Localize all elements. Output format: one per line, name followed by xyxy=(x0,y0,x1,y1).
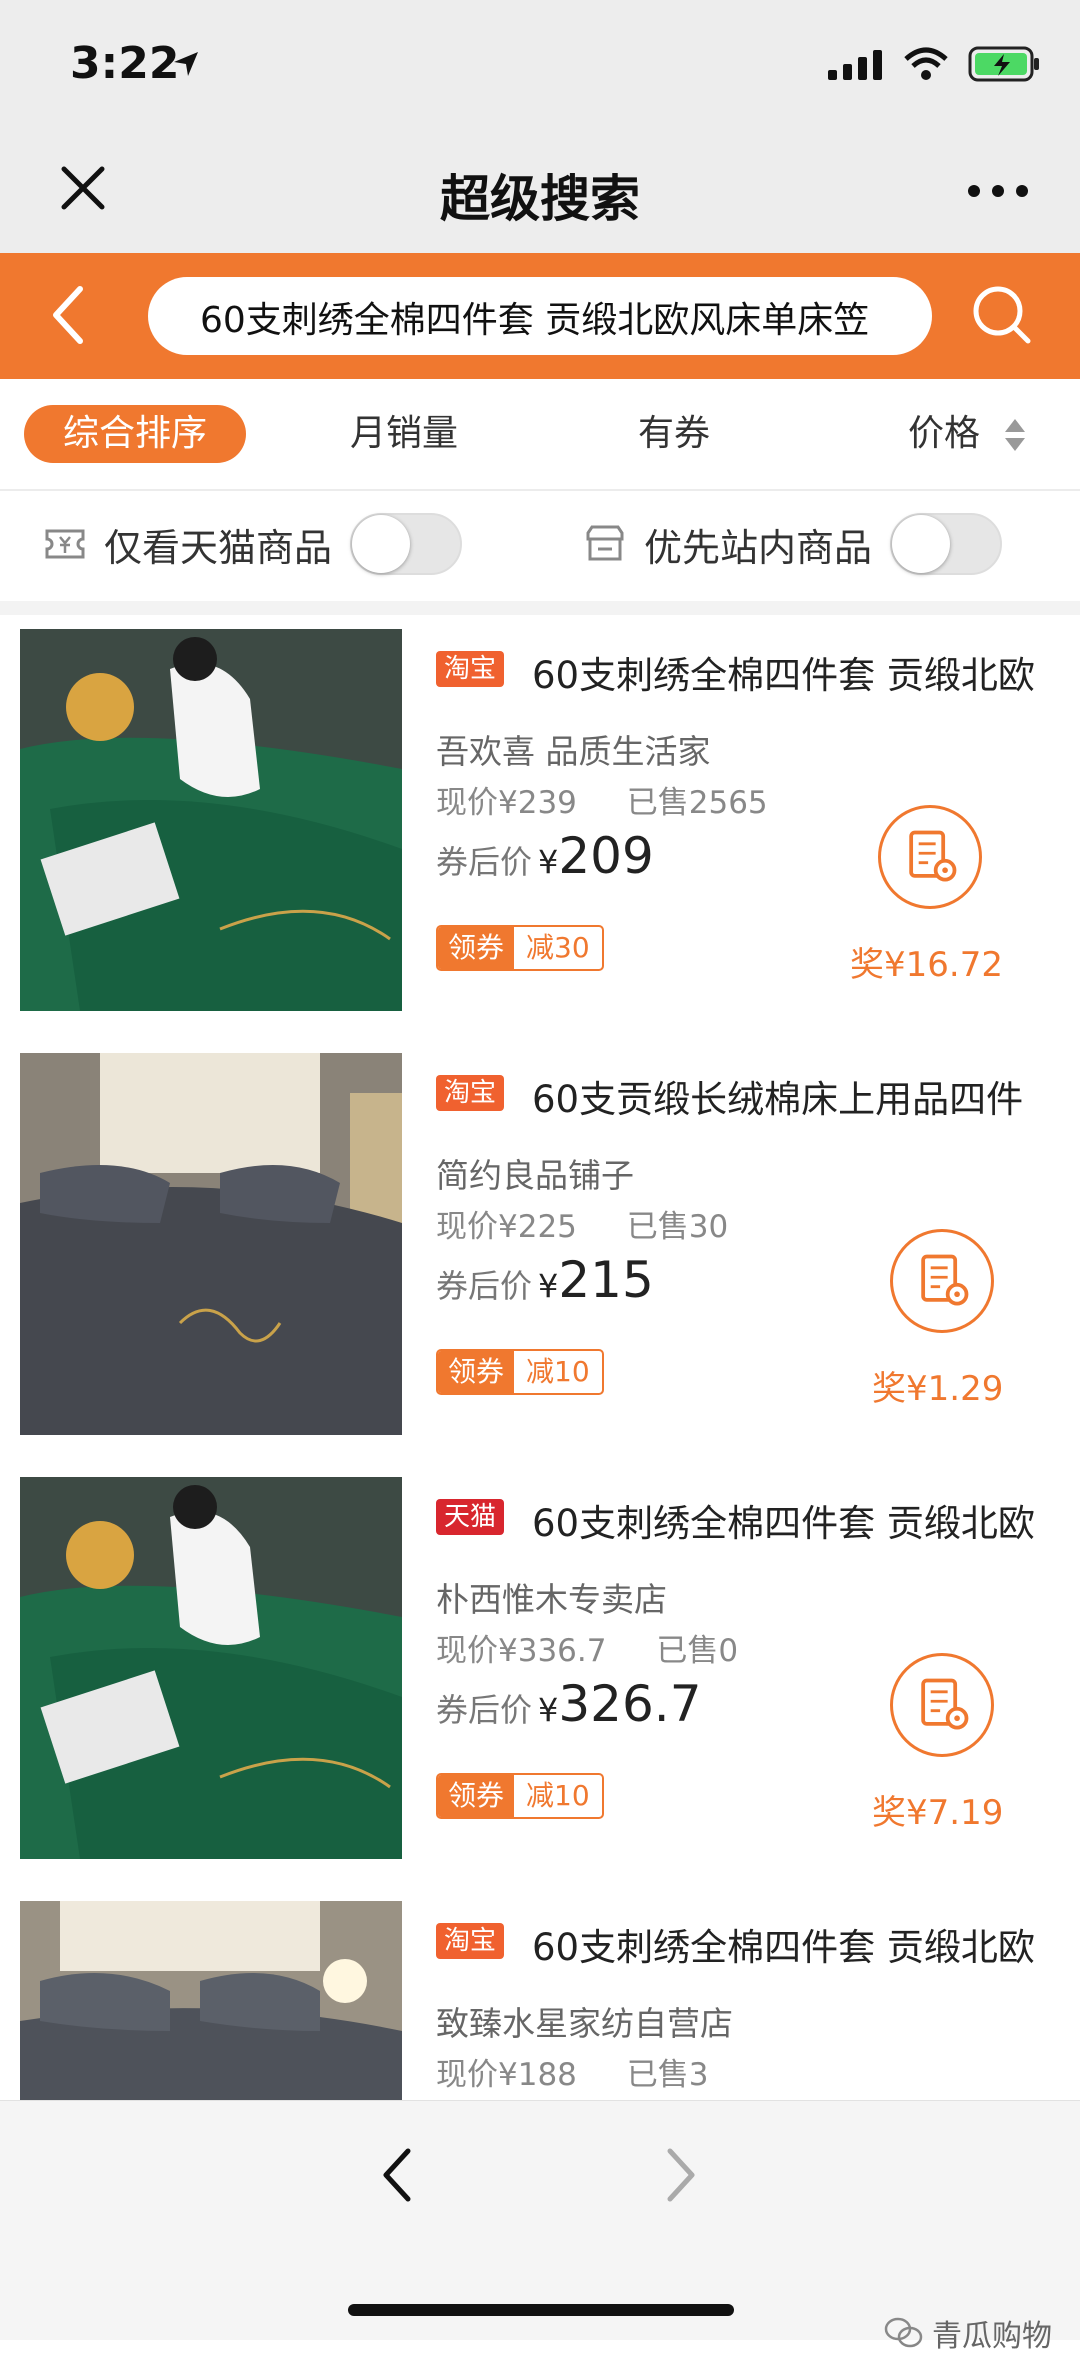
tmall-only-toggle[interactable] xyxy=(350,513,463,575)
platform-badge: 淘宝 xyxy=(436,1075,505,1111)
page-title: 超级搜索 xyxy=(440,170,640,228)
after-coupon-label: 券后价 xyxy=(436,843,533,881)
coupon-button[interactable]: 领券 减30 xyxy=(436,925,604,971)
sold-count: 已售3 xyxy=(626,2057,709,2093)
shop-name: 朴西惟木专卖店 xyxy=(436,1580,667,1619)
search-input[interactable]: 60支刺绣全棉四件套 贡缎北欧风床单床笠 xyxy=(148,277,932,355)
coupon-discount: 减10 xyxy=(526,1355,590,1388)
coupon-get-label: 领券 xyxy=(438,1775,515,1817)
sold-count: 已售0 xyxy=(656,1633,739,1669)
product-title: 60支贡缎长绒棉床上用品四件 xyxy=(532,1078,1024,1121)
platform-badge: 天猫 xyxy=(436,1499,505,1535)
browser-back-icon[interactable] xyxy=(378,2145,418,2205)
coupon-discount: 减10 xyxy=(526,1779,590,1812)
sort-price-label: 价格 xyxy=(908,413,981,454)
status-bar: 3:22 xyxy=(0,0,1080,135)
rebate-amount: 奖¥1.29 xyxy=(872,1369,1004,1409)
filter-bar: 仅看天猫商品 优先站内商品 xyxy=(0,491,1080,601)
after-coupon-price: 券后价 ¥215 xyxy=(436,1251,654,1309)
location-arrow-icon xyxy=(174,52,198,76)
watermark: 青瓜购物 xyxy=(884,2311,1052,2355)
battery-icon xyxy=(968,46,1039,82)
store-icon xyxy=(586,525,624,561)
browser-forward-icon[interactable] xyxy=(660,2145,700,2205)
rebate-doc-icon[interactable] xyxy=(878,805,982,909)
watermark-text: 青瓜购物 xyxy=(932,2319,1052,2354)
after-coupon-label: 券后价 xyxy=(436,1267,533,1305)
coupon-button[interactable]: 领券 减10 xyxy=(436,1773,604,1819)
home-indicator[interactable] xyxy=(348,2304,734,2316)
product-image[interactable] xyxy=(20,1053,402,1435)
section-divider xyxy=(0,601,1080,615)
platform-badge: 淘宝 xyxy=(436,1923,505,1959)
after-coupon-value: 326.7 xyxy=(558,1675,702,1733)
current-price: 现价¥239 xyxy=(436,785,577,821)
wechat-icon xyxy=(884,2317,923,2348)
search-query: 60支刺绣全棉四件套 贡缎北欧风床单床笠 xyxy=(200,300,870,341)
price-row: 现价¥225 已售30 xyxy=(436,1201,728,1246)
product-title: 60支刺绣全棉四件套 贡缎北欧 xyxy=(532,654,1035,697)
price-row: 现价¥336.7 已售0 xyxy=(436,1625,738,1670)
product-card[interactable]: 淘宝 60支刺绣全棉四件套 贡缎北欧 吾欢喜 品质生活家 现价¥239 已售25… xyxy=(0,615,1080,1041)
price-row: 现价¥239 已售2565 xyxy=(436,777,768,822)
status-time: 3:22 xyxy=(70,38,180,89)
wifi-icon xyxy=(904,47,948,80)
search-icon[interactable] xyxy=(970,283,1034,347)
product-card[interactable]: 淘宝 60支刺绣全棉四件套 贡缎北欧 致臻水星家纺自营店 现价¥188 已售3 xyxy=(0,1887,1080,2100)
product-title: 60支刺绣全棉四件套 贡缎北欧 xyxy=(532,1926,1035,1969)
coupon-get-label: 领券 xyxy=(438,927,515,969)
product-card[interactable]: 淘宝 60支贡缎长绒棉床上用品四件 简约良品铺子 现价¥225 已售30 券后价… xyxy=(0,1039,1080,1465)
yen-symbol: ¥ xyxy=(538,843,559,881)
coupon-icon xyxy=(45,529,85,559)
sold-count: 已售2565 xyxy=(626,785,768,821)
filter-in-site-first: 优先站内商品 xyxy=(584,513,1003,575)
rebate-amount: 奖¥7.19 xyxy=(872,1793,1004,1833)
product-card[interactable]: 天猫 60支刺绣全棉四件套 贡缎北欧 朴西惟木专卖店 现价¥336.7 已售0 … xyxy=(0,1463,1080,1889)
filter-tmall-only: 仅看天猫商品 xyxy=(44,513,463,575)
sort-bar: 综合排序 月销量 有券 价格 xyxy=(0,379,1080,491)
rebate-doc-icon[interactable] xyxy=(890,1229,994,1333)
after-coupon-label: 券后价 xyxy=(436,1691,533,1729)
in-site-first-toggle[interactable] xyxy=(890,513,1003,575)
product-image[interactable] xyxy=(20,629,402,1011)
after-coupon-value: 209 xyxy=(558,827,654,885)
shop-name: 吾欢喜 品质生活家 xyxy=(436,732,711,771)
more-icon[interactable] xyxy=(968,185,1028,197)
after-coupon-price: 券后价 ¥326.7 xyxy=(436,1675,702,1733)
coupon-button[interactable]: 领券 减10 xyxy=(436,1349,604,1395)
current-price: 现价¥188 xyxy=(436,2057,577,2093)
product-image[interactable] xyxy=(20,1901,402,2100)
signal-icon xyxy=(828,50,882,80)
navigation-bar: 超级搜索 xyxy=(0,135,1080,253)
shop-name: 简约良品铺子 xyxy=(436,1156,634,1195)
after-coupon-value: 215 xyxy=(558,1251,654,1309)
price-row: 现价¥188 已售3 xyxy=(436,2049,709,2094)
sold-count: 已售30 xyxy=(626,1209,729,1245)
filter-tmall-label: 仅看天猫商品 xyxy=(104,525,333,570)
after-coupon-price: 券后价 ¥209 xyxy=(436,827,654,885)
yen-symbol: ¥ xyxy=(538,1691,559,1729)
yen-symbol: ¥ xyxy=(538,1267,559,1305)
product-image[interactable] xyxy=(20,1477,402,1859)
platform-badge: 淘宝 xyxy=(436,651,505,687)
coupon-discount: 减30 xyxy=(526,931,590,964)
current-price: 现价¥225 xyxy=(436,1209,577,1245)
sort-arrows-icon xyxy=(1005,419,1026,451)
coupon-get-label: 领券 xyxy=(438,1351,515,1393)
sort-comprehensive[interactable]: 综合排序 xyxy=(24,405,246,463)
current-price: 现价¥336.7 xyxy=(436,1633,607,1669)
filter-in-site-label: 优先站内商品 xyxy=(644,525,873,570)
sort-has-coupon[interactable]: 有券 xyxy=(638,405,710,463)
shop-name: 致臻水星家纺自营店 xyxy=(436,2004,733,2043)
sort-monthly-sales[interactable]: 月销量 xyxy=(350,405,458,463)
product-title: 60支刺绣全棉四件套 贡缎北欧 xyxy=(532,1502,1035,1545)
search-bar: 60支刺绣全棉四件套 贡缎北欧风床单床笠 xyxy=(0,253,1080,379)
sort-price[interactable]: 价格 xyxy=(908,405,1027,463)
rebate-amount: 奖¥16.72 xyxy=(850,945,1003,985)
back-arrow-icon[interactable] xyxy=(48,283,88,347)
rebate-doc-icon[interactable] xyxy=(890,1653,994,1757)
product-list: 淘宝 60支刺绣全棉四件套 贡缎北欧 吾欢喜 品质生活家 现价¥239 已售25… xyxy=(0,615,1080,2100)
